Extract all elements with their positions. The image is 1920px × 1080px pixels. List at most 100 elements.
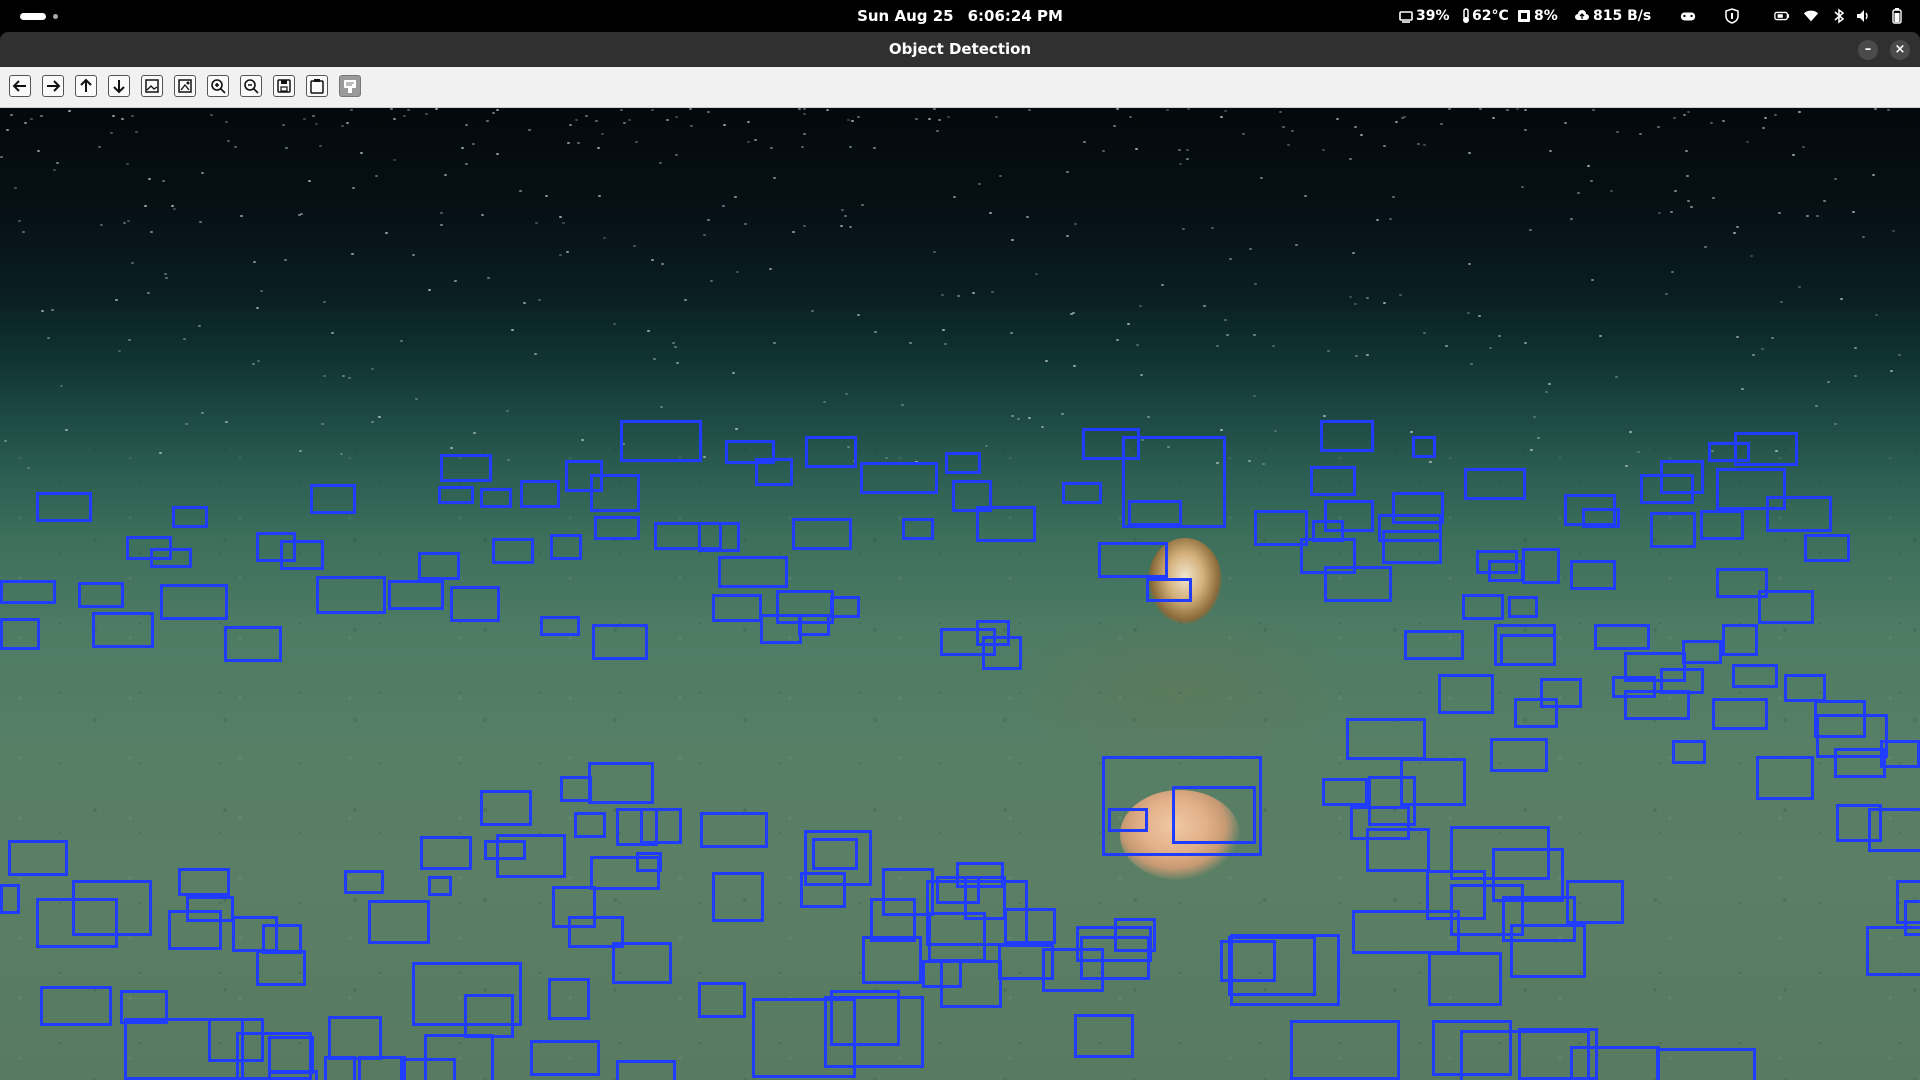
detection-box (256, 950, 306, 986)
snow-particle (823, 400, 827, 403)
detection-box (40, 986, 112, 1026)
image-edit-icon (178, 79, 192, 93)
detection-box (1382, 530, 1442, 564)
snow-particle (371, 420, 375, 423)
up-button[interactable] (75, 75, 97, 97)
detection-box (368, 900, 430, 944)
settings-icon (344, 80, 356, 93)
snow-particle (390, 108, 394, 111)
detection-box (1312, 520, 1344, 542)
zoom-in-icon (211, 79, 226, 94)
snow-particle (635, 141, 639, 144)
snow-particle (1898, 353, 1902, 356)
snow-particle (612, 323, 616, 326)
snow-particle (40, 309, 44, 312)
detection-box (72, 880, 152, 936)
snow-particle (112, 114, 116, 117)
back-button[interactable] (9, 75, 31, 97)
snow-particle (1409, 430, 1413, 433)
snow-particle (856, 115, 860, 118)
detection-box (1350, 806, 1410, 840)
snow-particle (1354, 302, 1358, 305)
zoom-out-button[interactable] (240, 75, 262, 97)
detection-box (812, 838, 858, 870)
detection-box (792, 518, 852, 550)
snow-particle (1466, 311, 1470, 314)
snow-particle (1576, 192, 1580, 195)
snow-particle (1547, 383, 1551, 386)
snow-particle (135, 130, 139, 133)
snow-particle (1073, 364, 1077, 367)
detection-box (755, 458, 793, 486)
detection-box (1062, 482, 1102, 504)
detection-box (344, 870, 384, 894)
detection-box (440, 454, 492, 482)
snow-particle (165, 277, 169, 280)
snow-particle (998, 175, 1002, 178)
detection-box (1904, 900, 1920, 936)
snow-particle (735, 428, 739, 431)
snow-particle (24, 122, 28, 125)
volume-icon[interactable] (1855, 8, 1871, 24)
snow-particle (1226, 333, 1230, 336)
snow-particle (928, 117, 932, 120)
snow-particle (672, 341, 676, 344)
snow-particle (1186, 148, 1190, 151)
battery-icon[interactable] (1889, 8, 1905, 24)
snow-particle (1732, 231, 1736, 234)
snow-particle (1488, 346, 1492, 349)
bluetooth-icon[interactable] (1831, 8, 1847, 24)
minimize-button[interactable]: – (1858, 40, 1878, 60)
save-button[interactable] (273, 75, 295, 97)
snow-particle (689, 125, 693, 128)
wifi-icon[interactable] (1803, 8, 1819, 24)
detection-box (1766, 496, 1832, 532)
snow-particle (1211, 227, 1215, 230)
close-button[interactable]: × (1890, 40, 1910, 60)
clipboard-button[interactable] (306, 75, 328, 97)
snow-particle (846, 119, 850, 122)
snow-particle (1833, 178, 1837, 181)
detection-box (438, 486, 474, 504)
snow-particle (1777, 211, 1781, 214)
snow-particle (375, 175, 379, 178)
snow-particle (197, 324, 201, 327)
snow-particle (995, 115, 999, 118)
snow-particle (909, 342, 913, 345)
snow-particle (1791, 154, 1795, 157)
detection-box (1712, 698, 1768, 730)
snow-particle (1182, 227, 1186, 230)
snow-particle (56, 161, 60, 164)
snow-particle (1862, 235, 1866, 238)
image-edit-button[interactable] (174, 75, 196, 97)
snow-particle (1128, 116, 1132, 119)
snow-particle (653, 358, 657, 361)
arrow-down-icon (113, 80, 125, 94)
detection-box (268, 1070, 318, 1080)
battery-saver-icon[interactable] (1774, 8, 1790, 24)
window-title-bar[interactable]: Object Detection – × (0, 32, 1920, 67)
snow-particle (172, 208, 176, 211)
shield-icon[interactable] (1724, 8, 1740, 24)
snow-particle (491, 111, 495, 114)
snow-particle (707, 219, 711, 222)
detection-box (550, 534, 582, 560)
gamepad-icon[interactable] (1680, 8, 1696, 24)
snow-particle (1673, 117, 1677, 120)
snow-particle (1439, 123, 1443, 126)
down-button[interactable] (108, 75, 130, 97)
snow-particle (1216, 345, 1220, 347)
snow-particle (1591, 279, 1594, 282)
snow-particle (1322, 149, 1326, 152)
detection-image-view[interactable] (0, 108, 1920, 1080)
zoom-in-button[interactable] (207, 75, 229, 97)
image-button[interactable] (141, 75, 163, 97)
snow-particle (1083, 141, 1087, 144)
snow-particle (1686, 111, 1690, 114)
image-icon (145, 79, 159, 93)
detection-box (590, 474, 640, 512)
detection-box (1324, 566, 1392, 602)
settings-button[interactable] (339, 75, 361, 97)
date-label: Sun Aug 25 (857, 7, 954, 25)
forward-button[interactable] (42, 75, 64, 97)
